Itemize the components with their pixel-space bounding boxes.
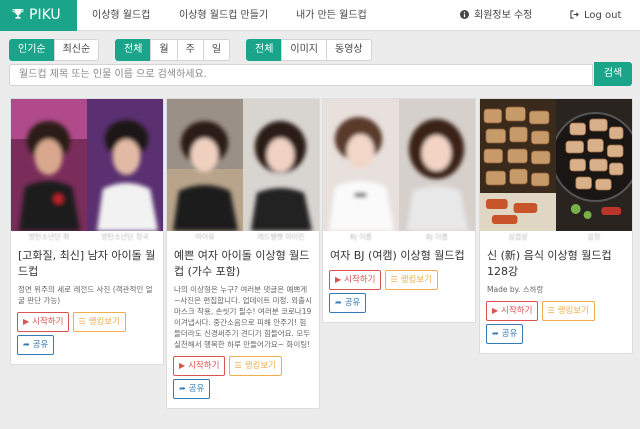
worldcup-card[interactable]: 삼겹살 곱창 신 (新) 음식 이상형 월드컵 128강 Made by. 스하…	[479, 98, 633, 354]
card-description: 정면 위주의 세로 레전드 사진 (객관적인 얼굴 판단 가능)	[18, 285, 153, 305]
card-author: Made by. 스하랑	[487, 285, 544, 294]
info-circle-icon	[460, 10, 469, 19]
search-button[interactable]: 검색	[594, 62, 632, 86]
worldcup-card[interactable]: 아이유 레드벨벳 아이린 예쁜 여자 아이돌 이상형 월드컵 (가수 포함) 나…	[166, 98, 320, 409]
caption-left: 삼겹살	[508, 233, 528, 241]
ranking-button[interactable]: ☰ 랭킹보기	[72, 312, 126, 332]
card-images[interactable]	[167, 99, 319, 231]
nav-account-settings[interactable]: 회원정보 수정	[460, 0, 532, 31]
play-icon: ▶	[335, 275, 342, 284]
period-month-button[interactable]: 월	[150, 39, 178, 61]
card-image-left	[11, 99, 87, 231]
caption-left: BJ 이름	[350, 233, 372, 241]
worldcup-card[interactable]: BJ 이름 BJ 이름 여자 BJ (여캠) 이상형 월드컵 ▶ 시작하기 ☰ 랭킹…	[322, 98, 476, 323]
type-filter-group: 전체 이미지 동영상	[246, 39, 372, 61]
caption-left: 아이유	[195, 233, 215, 241]
type-all-button[interactable]: 전체	[246, 39, 283, 61]
caption-left: 방탄소년단 뷔	[28, 233, 70, 241]
share-button[interactable]: ➦ 공유	[486, 324, 524, 344]
card-images[interactable]	[480, 99, 632, 231]
caption-right: 방탄소년단 정국	[101, 233, 149, 241]
card-images[interactable]	[323, 99, 475, 231]
card-image-right	[399, 99, 475, 231]
search-input[interactable]: 월드컵 제목 또는 인물 이름 으로 검색하세요.	[9, 64, 593, 86]
caption-right: BJ 이름	[426, 233, 448, 241]
worldcup-card[interactable]: 방탄소년단 뷔 방탄소년단 정국 [고화질, 최신] 남자 아이돌 월드컵 정면…	[10, 98, 164, 365]
start-button[interactable]: ▶ 시작하기	[17, 312, 70, 332]
card-image-left	[167, 99, 243, 231]
caption-right: 곱창	[587, 233, 601, 241]
card-actions: ▶ 시작하기 ☰ 랭킹보기 ➦ 공유	[167, 350, 319, 408]
share-icon: ➦	[179, 384, 186, 393]
sort-filter-group: 인기순 최신순	[9, 39, 100, 61]
sort-latest-button[interactable]: 최신순	[53, 39, 100, 61]
card-image-right	[87, 99, 163, 231]
ranking-button[interactable]: ☰ 랭킹보기	[541, 301, 595, 321]
card-image-right	[243, 99, 319, 231]
share-icon: ➦	[23, 340, 30, 349]
card-actions: ▶ 시작하기 ☰ 랭킹보기 ➦ 공유	[323, 264, 475, 322]
brand-name: PIKU	[29, 7, 61, 23]
card-captions: 삼겹살 곱창	[480, 231, 632, 243]
share-icon: ➦	[492, 329, 499, 338]
card-actions: ▶ 시작하기 ☰ 랭킹보기 ➦ 공유	[480, 295, 632, 353]
start-button[interactable]: ▶ 시작하기	[486, 301, 539, 321]
share-button[interactable]: ➦ 공유	[173, 379, 211, 399]
start-button[interactable]: ▶ 시작하기	[329, 270, 382, 290]
card-description: 나의 이상형은 누구? 여러분 댓글은 예쁘게~사진은 편집합니다. 업데이트 …	[174, 285, 312, 349]
period-day-button[interactable]: 일	[202, 39, 231, 61]
share-button[interactable]: ➦ 공유	[329, 293, 367, 313]
share-icon: ➦	[335, 298, 342, 307]
ranking-button[interactable]: ☰ 랭킹보기	[228, 356, 282, 376]
card-actions: ▶ 시작하기 ☰ 랭킹보기 ➦ 공유	[11, 306, 163, 364]
nav-logout[interactable]: Log out	[570, 0, 621, 31]
play-icon: ▶	[179, 361, 186, 370]
play-icon: ▶	[23, 317, 30, 326]
card-title[interactable]: 여자 BJ (여캠) 이상형 월드컵	[323, 243, 475, 264]
card-title[interactable]: [고화질, 최신] 남자 아이돌 월드컵	[11, 243, 163, 280]
card-captions: BJ 이름 BJ 이름	[323, 231, 475, 243]
sign-out-icon	[570, 10, 579, 19]
account-label: 회원정보 수정	[474, 10, 533, 21]
list-icon: ☰	[234, 361, 242, 370]
top-navbar: PIKU 이상형 월드컵 이상형 월드컵 만들기 내가 만든 월드컵 회원정보 …	[0, 0, 640, 31]
play-icon: ▶	[492, 306, 499, 315]
sort-popular-button[interactable]: 인기순	[9, 39, 55, 61]
trophy-icon	[12, 9, 24, 19]
card-captions: 방탄소년단 뷔 방탄소년단 정국	[11, 231, 163, 243]
nav-create-worldcup[interactable]: 이상형 월드컵 만들기	[179, 0, 268, 31]
share-button[interactable]: ➦ 공유	[17, 335, 55, 355]
type-video-button[interactable]: 동영상	[326, 39, 372, 61]
nav-my-worldcup[interactable]: 내가 만든 월드컵	[296, 0, 367, 31]
logout-label: Log out	[584, 10, 622, 21]
caption-right: 레드벨벳 아이린	[257, 233, 305, 241]
card-image-right	[556, 99, 632, 231]
list-icon: ☰	[390, 275, 398, 284]
card-images[interactable]	[11, 99, 163, 231]
card-title[interactable]: 예쁜 여자 아이돌 이상형 월드컵 (가수 포함)	[167, 243, 319, 280]
brand-logo[interactable]: PIKU	[0, 0, 77, 31]
card-title[interactable]: 신 (新) 음식 이상형 월드컵 128강	[480, 243, 632, 280]
nav-worldcup[interactable]: 이상형 월드컵	[92, 0, 150, 31]
type-image-button[interactable]: 이미지	[281, 39, 328, 61]
list-icon: ☰	[78, 317, 86, 326]
card-image-left	[323, 99, 399, 231]
ranking-button[interactable]: ☰ 랭킹보기	[384, 270, 438, 290]
period-filter-group: 전체 월 주 일	[115, 39, 231, 61]
card-captions: 아이유 레드벨벳 아이린	[167, 231, 319, 243]
list-icon: ☰	[547, 306, 555, 315]
period-all-button[interactable]: 전체	[115, 39, 152, 61]
card-image-left	[480, 99, 556, 231]
period-week-button[interactable]: 주	[176, 39, 204, 61]
start-button[interactable]: ▶ 시작하기	[173, 356, 226, 376]
